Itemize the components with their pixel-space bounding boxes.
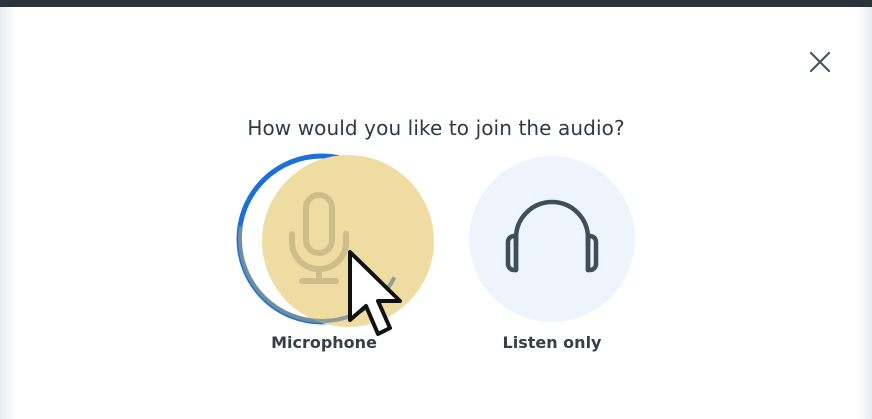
close-button[interactable] <box>803 45 837 79</box>
listen-only-label: Listen only <box>502 333 602 352</box>
listen-only-button-fill <box>469 156 635 322</box>
listen-only-button[interactable] <box>462 150 642 330</box>
modal-shadow-right <box>856 7 872 419</box>
microphone-button[interactable] <box>234 150 454 340</box>
dialog-title: How would you like to join the audio? <box>247 116 625 140</box>
modal-shadow-left <box>0 7 16 419</box>
top-bar <box>0 0 872 7</box>
listen-only-option[interactable]: Listen only <box>462 150 642 370</box>
close-icon <box>809 51 831 73</box>
mouse-pointer-icon <box>348 250 402 336</box>
